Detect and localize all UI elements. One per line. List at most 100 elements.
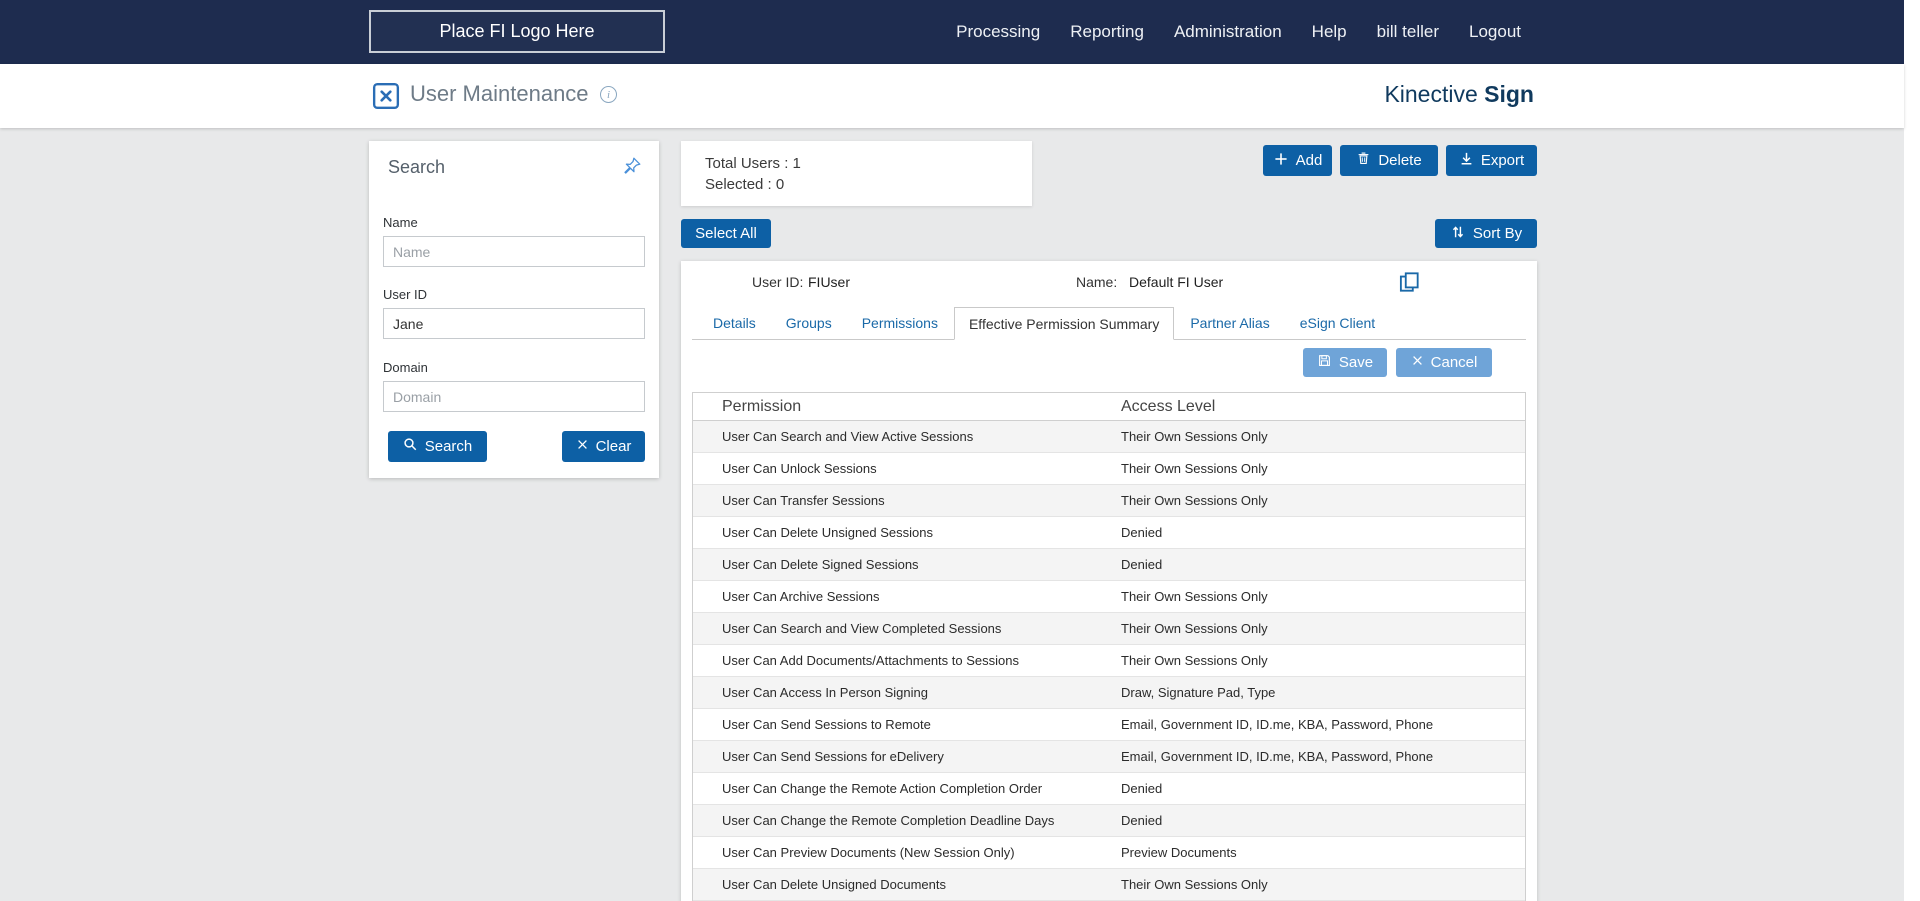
trash-icon [1356, 151, 1371, 170]
permissions-table-body: User Can Search and View Active Sessions… [693, 421, 1525, 901]
download-icon [1459, 151, 1474, 170]
clear-button[interactable]: Clear [562, 431, 645, 462]
table-row: User Can Archive Sessions Their Own Sessi… [693, 581, 1525, 613]
domain-input[interactable] [383, 381, 645, 412]
permission-cell: User Can Delete Signed Sessions [722, 557, 919, 572]
add-button[interactable]: Add [1263, 145, 1332, 176]
table-row: User Can Delete Unsigned Documents Their … [693, 869, 1525, 901]
brand-product: Sign [1484, 81, 1534, 107]
table-row: User Can Add Documents/Attachments to Se… [693, 645, 1525, 677]
search-button[interactable]: Search [388, 431, 487, 462]
fi-logo-placeholder: Place FI Logo Here [369, 10, 665, 53]
access-level-cell: Draw, Signature Pad, Type [1121, 685, 1276, 700]
cancel-x-icon [1411, 354, 1424, 371]
save-disk-icon [1317, 353, 1332, 372]
permission-cell: User Can Delete Unsigned Sessions [722, 525, 933, 540]
permissions-table-header: Permission Access Level [693, 393, 1525, 421]
table-row: User Can Access In Person Signing Draw, S… [693, 677, 1525, 709]
access-level-cell: Email, Government ID, ID.me, KBA, Passwo… [1121, 717, 1434, 732]
brand-logo: Kinective Sign [1384, 81, 1534, 108]
permission-cell: User Can Unlock Sessions [722, 461, 877, 476]
permission-cell: User Can Search and View Completed Sessi… [722, 621, 1002, 636]
search-icon [403, 437, 418, 456]
nav-administration[interactable]: Administration [1174, 22, 1282, 42]
name-value: Default FI User [1129, 274, 1224, 290]
plus-icon [1273, 151, 1289, 171]
tab-permissions[interactable]: Permissions [848, 306, 952, 339]
table-row: User Can Delete Signed Sessions Denied [693, 549, 1525, 581]
tab-effective-permission-summary[interactable]: Effective Permission Summary [953, 307, 1175, 340]
save-button[interactable]: Save [1303, 348, 1387, 377]
nav-logout[interactable]: Logout [1469, 22, 1521, 42]
select-all-button[interactable]: Select All [681, 219, 771, 248]
user-detail-panel: User ID: FIUser Name: Default FI User De… [681, 261, 1537, 901]
table-row: User Can Change the Remote Action Comple… [693, 773, 1525, 805]
pin-icon[interactable] [621, 155, 643, 177]
content-area: Search Name User ID Domain Search [0, 128, 1904, 901]
sort-by-button[interactable]: Sort By [1435, 219, 1537, 248]
export-button[interactable]: Export [1446, 145, 1537, 176]
access-level-cell: Their Own Sessions Only [1121, 589, 1268, 604]
sort-arrows-icon [1450, 224, 1466, 244]
access-level-cell: Preview Documents [1121, 845, 1237, 860]
name-label: Name: [1076, 274, 1118, 290]
table-row: User Can Unlock Sessions Their Own Sessio… [693, 453, 1525, 485]
nav-help[interactable]: Help [1312, 22, 1347, 42]
permission-cell: User Can Change the Remote Action Comple… [722, 781, 1043, 796]
info-icon[interactable]: i [600, 86, 617, 103]
user-maintenance-app-icon [372, 82, 400, 110]
page-title: User Maintenance [410, 81, 589, 106]
detail-tabs: Details Groups Permissions Effective Per… [692, 306, 1526, 340]
user-actions-toolbar: Add Delete Export [1263, 145, 1537, 176]
domain-field-label: Domain [383, 360, 428, 375]
delete-button-label: Delete [1378, 152, 1422, 169]
search-panel: Search Name User ID Domain Search [369, 141, 659, 478]
table-row: User Can Transfer Sessions Their Own Sess… [693, 485, 1525, 517]
access-level-cell: Their Own Sessions Only [1121, 621, 1268, 636]
tab-esign-client[interactable]: eSign Client [1286, 306, 1390, 339]
permission-cell: User Can Transfer Sessions [722, 493, 885, 508]
app-window: Place FI Logo Here Processing Reporting … [0, 0, 1920, 901]
save-cancel-toolbar: Save Cancel [1303, 348, 1492, 377]
selected-count: Selected : 0 [705, 176, 785, 193]
permission-cell: User Can Send Sessions for eDelivery [722, 749, 944, 764]
sort-by-button-label: Sort By [1472, 225, 1523, 242]
access-level-column-header: Access Level [1121, 397, 1216, 415]
permissions-table: Permission Access Level User Can Search … [692, 392, 1526, 901]
user-id-input[interactable] [383, 308, 645, 339]
nav-reporting[interactable]: Reporting [1070, 22, 1144, 42]
top-nav-menu: Processing Reporting Administration Help… [956, 0, 1521, 64]
copy-icon[interactable] [1396, 269, 1424, 297]
scrollbar-track[interactable] [1904, 0, 1920, 901]
tab-groups[interactable]: Groups [772, 306, 846, 339]
permission-cell: User Can Access In Person Signing [722, 685, 928, 700]
permission-cell: User Can Change the Remote Completion De… [722, 813, 1055, 828]
tab-partner-alias[interactable]: Partner Alias [1176, 306, 1283, 339]
access-level-cell: Their Own Sessions Only [1121, 429, 1268, 444]
user-id-value: FIUser [808, 274, 850, 290]
top-navigation-bar: Place FI Logo Here Processing Reporting … [0, 0, 1904, 64]
name-input[interactable] [383, 236, 645, 267]
permission-cell: User Can Add Documents/Attachments to Se… [722, 653, 1019, 668]
table-row: User Can Delete Unsigned Sessions Denied [693, 517, 1525, 549]
access-level-cell: Their Own Sessions Only [1121, 653, 1268, 668]
page-header: User Maintenance i Kinective Sign [0, 64, 1904, 128]
search-panel-title: Search [388, 157, 446, 177]
tab-details[interactable]: Details [699, 306, 770, 339]
access-level-cell: Their Own Sessions Only [1121, 493, 1268, 508]
permission-column-header: Permission [722, 397, 802, 415]
table-row: User Can Search and View Active Sessions… [693, 421, 1525, 453]
access-level-cell: Denied [1121, 557, 1163, 572]
permission-cell: User Can Send Sessions to Remote [722, 717, 931, 732]
table-row: User Can Send Sessions to Remote Email, G… [693, 709, 1525, 741]
nav-processing[interactable]: Processing [956, 22, 1040, 42]
name-field-label: Name [383, 215, 418, 230]
permission-cell: User Can Preview Documents (New Session … [722, 845, 1015, 860]
cancel-button[interactable]: Cancel [1396, 348, 1492, 377]
user-id-field-label: User ID [383, 287, 428, 302]
access-level-cell: Denied [1121, 781, 1163, 796]
delete-button[interactable]: Delete [1340, 145, 1438, 176]
select-all-button-label: Select All [695, 225, 757, 242]
cancel-button-label: Cancel [1430, 354, 1478, 371]
nav-user-bill-teller[interactable]: bill teller [1377, 22, 1439, 42]
